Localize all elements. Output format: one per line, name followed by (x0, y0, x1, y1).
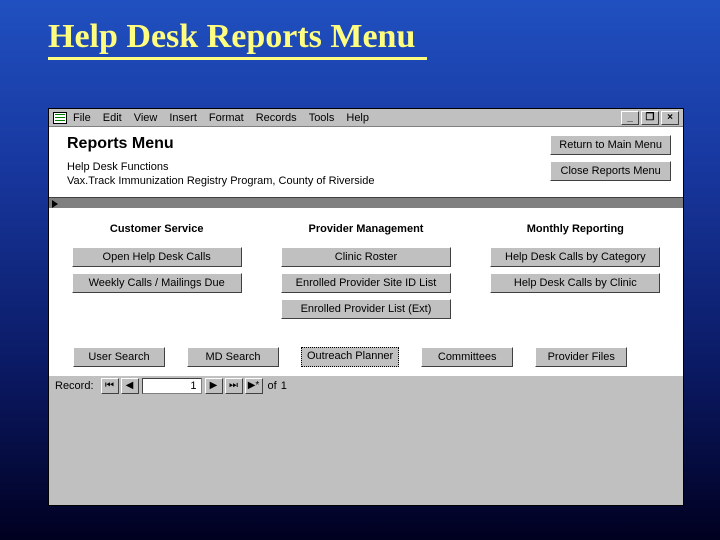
menu-file[interactable]: File (73, 112, 91, 124)
subtitle-2: Vax.Track Immunization Registry Program,… (67, 175, 375, 187)
app-window: File Edit View Insert Format Records Too… (48, 108, 684, 506)
page-title: Reports Menu (67, 135, 375, 153)
col-monthly-reporting: Monthly Reporting Help Desk Calls by Cat… (480, 223, 671, 319)
outreach-planner-button[interactable]: Outreach Planner (301, 347, 399, 367)
weekly-calls-mailings-button[interactable]: Weekly Calls / Mailings Due (72, 273, 242, 293)
col-head-customer-service: Customer Service (110, 223, 204, 235)
nav-last-icon[interactable]: ⏭ (225, 378, 243, 394)
menu-tools[interactable]: Tools (309, 112, 335, 124)
slide-title: Help Desk Reports Menu (48, 18, 415, 56)
menu-insert[interactable]: Insert (169, 112, 197, 124)
enrolled-provider-list-button[interactable]: Enrolled Provider List (Ext) (281, 299, 451, 319)
menu-format[interactable]: Format (209, 112, 244, 124)
record-nav-bar: Record: ⏮ ◀ 1 ▶ ⏭ ▶* of 1 (49, 375, 683, 395)
col-provider-management: Provider Management Clinic Roster Enroll… (270, 223, 461, 319)
menubar: File Edit View Insert Format Records Too… (49, 109, 683, 127)
minimize-button[interactable]: _ (621, 111, 639, 125)
user-search-button[interactable]: User Search (73, 347, 165, 367)
col-customer-service: Customer Service Open Help Desk Calls We… (61, 223, 252, 319)
nav-next-icon[interactable]: ▶ (205, 378, 223, 394)
col-head-provider: Provider Management (309, 223, 424, 235)
nav-new-icon[interactable]: ▶* (245, 378, 263, 394)
record-of: of (268, 380, 277, 392)
menu-edit[interactable]: Edit (103, 112, 122, 124)
restore-button[interactable]: ❐ (641, 111, 659, 125)
calls-by-category-button[interactable]: Help Desk Calls by Category (490, 247, 660, 267)
close-reports-menu-button[interactable]: Close Reports Menu (550, 161, 671, 181)
committees-button[interactable]: Committees (421, 347, 513, 367)
provider-files-button[interactable]: Provider Files (535, 347, 627, 367)
report-sections: Customer Service Open Help Desk Calls We… (49, 209, 683, 329)
menu-records[interactable]: Records (256, 112, 297, 124)
footer-buttons: User Search MD Search Outreach Planner C… (49, 329, 683, 375)
menu-view[interactable]: View (134, 112, 158, 124)
nav-prev-icon[interactable]: ◀ (121, 378, 139, 394)
open-help-desk-calls-button[interactable]: Open Help Desk Calls (72, 247, 242, 267)
enrolled-site-id-list-button[interactable]: Enrolled Provider Site ID List (281, 273, 451, 293)
form-header: Reports Menu Help Desk Functions Vax.Tra… (49, 127, 683, 197)
nav-first-icon[interactable]: ⏮ (101, 378, 119, 394)
record-number-field[interactable]: 1 (142, 378, 202, 394)
calls-by-clinic-button[interactable]: Help Desk Calls by Clinic (490, 273, 660, 293)
subtitle-1: Help Desk Functions (67, 161, 375, 173)
record-label: Record: (55, 380, 94, 392)
clinic-roster-button[interactable]: Clinic Roster (281, 247, 451, 267)
menu-help[interactable]: Help (346, 112, 369, 124)
md-search-button[interactable]: MD Search (187, 347, 279, 367)
close-button[interactable]: × (661, 111, 679, 125)
record-total: 1 (281, 380, 287, 392)
record-selector-bar[interactable] (49, 197, 683, 209)
system-menu-icon[interactable] (53, 112, 67, 124)
return-main-menu-button[interactable]: Return to Main Menu (550, 135, 671, 155)
col-head-monthly: Monthly Reporting (527, 223, 624, 235)
